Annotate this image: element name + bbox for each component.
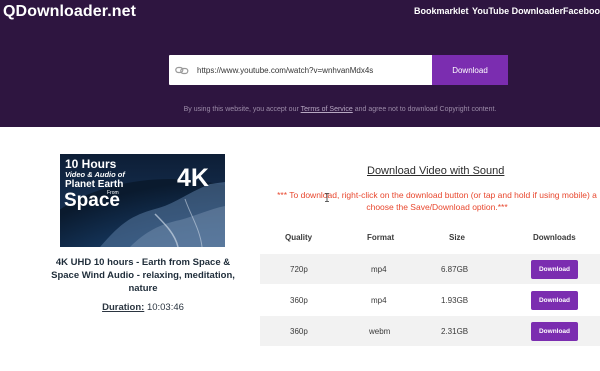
row-format: mp4 [371,296,387,305]
terms-of-service-link[interactable]: Terms of Service [301,106,353,113]
thumb-line5: Space [64,190,120,211]
row-size: 2.31GB [441,327,469,336]
row-download-button[interactable]: Download [531,291,578,310]
row-format: mp4 [371,265,387,274]
row-format: webm [369,327,391,336]
thumb-line1: 10 Hours [65,157,117,171]
link-icon [175,65,189,75]
nav-youtube-downloader[interactable]: YouTube Downloader [472,6,563,16]
video-title: 4K UHD 10 hours - Earth from Space & Spa… [51,257,235,294]
row-quality: 360p [290,296,308,305]
row-download-button[interactable]: Download [531,260,578,279]
note-line-1: *** To download, right-click on the down… [277,190,597,200]
site-logo[interactable]: QDownloader.net [3,3,136,21]
text-cursor-icon [325,193,329,202]
terms-notice: By using this website, you accept our Te… [0,106,600,113]
download-heading: Download Video with Sound [367,165,505,177]
table-row: 360p mp4 1.93GB Download [260,285,600,315]
url-field-container [169,55,432,85]
thumb-line2: Video & Audio of [65,170,126,179]
url-input[interactable] [197,65,417,75]
download-button[interactable]: Download [432,55,508,85]
col-header-size: Size [449,233,466,242]
terms-prefix: By using this website, you accept our [183,106,301,113]
duration-label: Duration: [102,302,145,313]
nav-facebook[interactable]: Facebook [563,6,600,16]
video-duration: Duration: 10:03:46 [45,302,241,313]
table-row: 360p webm 2.31GB Download [260,316,600,346]
row-quality: 360p [290,327,308,336]
row-size: 1.93GB [441,296,469,305]
note-line-2: choose the Save/Download option.*** [366,202,508,212]
video-thumbnail: 10 Hours Video & Audio of Planet Earth F… [60,154,225,247]
col-header-format: Format [367,233,395,242]
search-bar: Download [169,55,508,85]
col-header-quality: Quality [285,233,313,242]
row-quality: 720p [290,265,308,274]
table-row: 720p mp4 6.87GB Download [260,254,600,284]
row-download-button[interactable]: Download [531,322,578,341]
row-size: 6.87GB [441,265,469,274]
nav-bookmarklet[interactable]: Bookmarklet [414,6,469,16]
duration-value: 10:03:46 [146,302,184,313]
thumb-line3: Planet Earth [65,179,123,190]
thumb-4k-badge: 4K [177,164,209,192]
download-instructions: *** To download, right-click on the down… [257,189,600,213]
site-header: QDownloader.net Bookmarklet YouTube Down… [0,0,600,127]
terms-suffix: and agree not to download Copyright cont… [352,106,497,113]
col-header-downloads: Downloads [533,233,576,242]
